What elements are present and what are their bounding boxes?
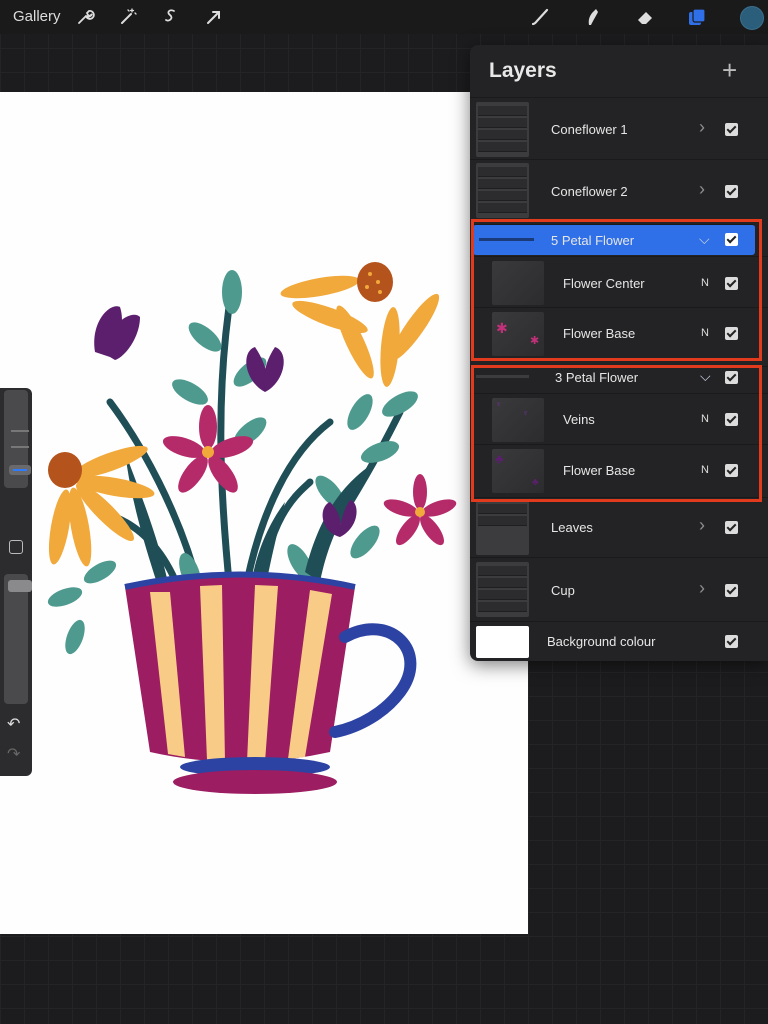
brush-size-knob[interactable] [9,465,31,475]
top-toolbar: Gallery [0,0,768,34]
visibility-checkbox[interactable] [725,584,738,597]
layer-group-coneflower-1[interactable]: Coneflower 1 › [470,97,768,160]
layer-thumbnail [476,500,529,555]
color-swatch-icon[interactable] [740,6,764,30]
brush-size-slider[interactable] [4,390,31,488]
visibility-checkbox[interactable] [725,123,738,136]
slider-tick [11,446,29,448]
gallery-button[interactable]: Gallery [13,8,61,25]
drawing-canvas[interactable] [0,92,528,934]
background-colour-swatch[interactable] [476,626,529,658]
add-layer-button[interactable]: + [722,55,737,86]
opacity-slider[interactable] [4,574,32,704]
magic-wand-icon[interactable] [118,7,138,27]
brush-icon[interactable] [530,7,550,27]
highlight-box-5-petal-flower [471,219,762,361]
chevron-right-icon[interactable]: › [699,179,705,200]
layer-group-cup[interactable]: Cup › [470,557,768,620]
layer-group-coneflower-2[interactable]: Coneflower 2 › [470,159,768,220]
left-sidebar: ↶ ↷ [0,388,32,776]
transform-arrow-icon[interactable] [204,7,224,27]
visibility-checkbox[interactable] [725,185,738,198]
layer-name: Leaves [551,520,593,535]
visibility-checkbox[interactable] [725,635,738,648]
redo-icon[interactable]: ↷ [7,744,20,764]
wrench-icon[interactable] [75,7,95,27]
layers-icon[interactable] [687,7,707,27]
slider-tick [11,430,29,432]
selection-icon[interactable] [161,7,181,27]
highlight-box-3-petal-flower [471,365,762,502]
visibility-checkbox[interactable] [725,521,738,534]
layer-name: Coneflower 2 [551,184,628,199]
flowers-in-teacup-illustration [47,262,457,794]
layer-thumbnail [476,562,529,617]
layer-background-colour[interactable]: Background colour [470,621,768,661]
chevron-right-icon[interactable]: › [699,515,705,536]
modifier-square-icon[interactable] [9,540,23,554]
layer-name: Background colour [547,634,656,649]
chevron-right-icon[interactable]: › [699,578,705,599]
panel-title: Layers [489,59,557,82]
chevron-right-icon[interactable]: › [699,117,705,138]
layer-group-leaves[interactable]: Leaves › [470,497,768,556]
layer-name: Coneflower 1 [551,122,628,137]
layer-name: Cup [551,583,575,598]
opacity-knob[interactable] [8,580,32,592]
layer-thumbnail [476,163,529,218]
eraser-icon[interactable] [635,7,655,27]
layer-thumbnail [476,102,529,157]
smudge-icon[interactable] [583,7,603,27]
undo-icon[interactable]: ↶ [7,714,20,734]
